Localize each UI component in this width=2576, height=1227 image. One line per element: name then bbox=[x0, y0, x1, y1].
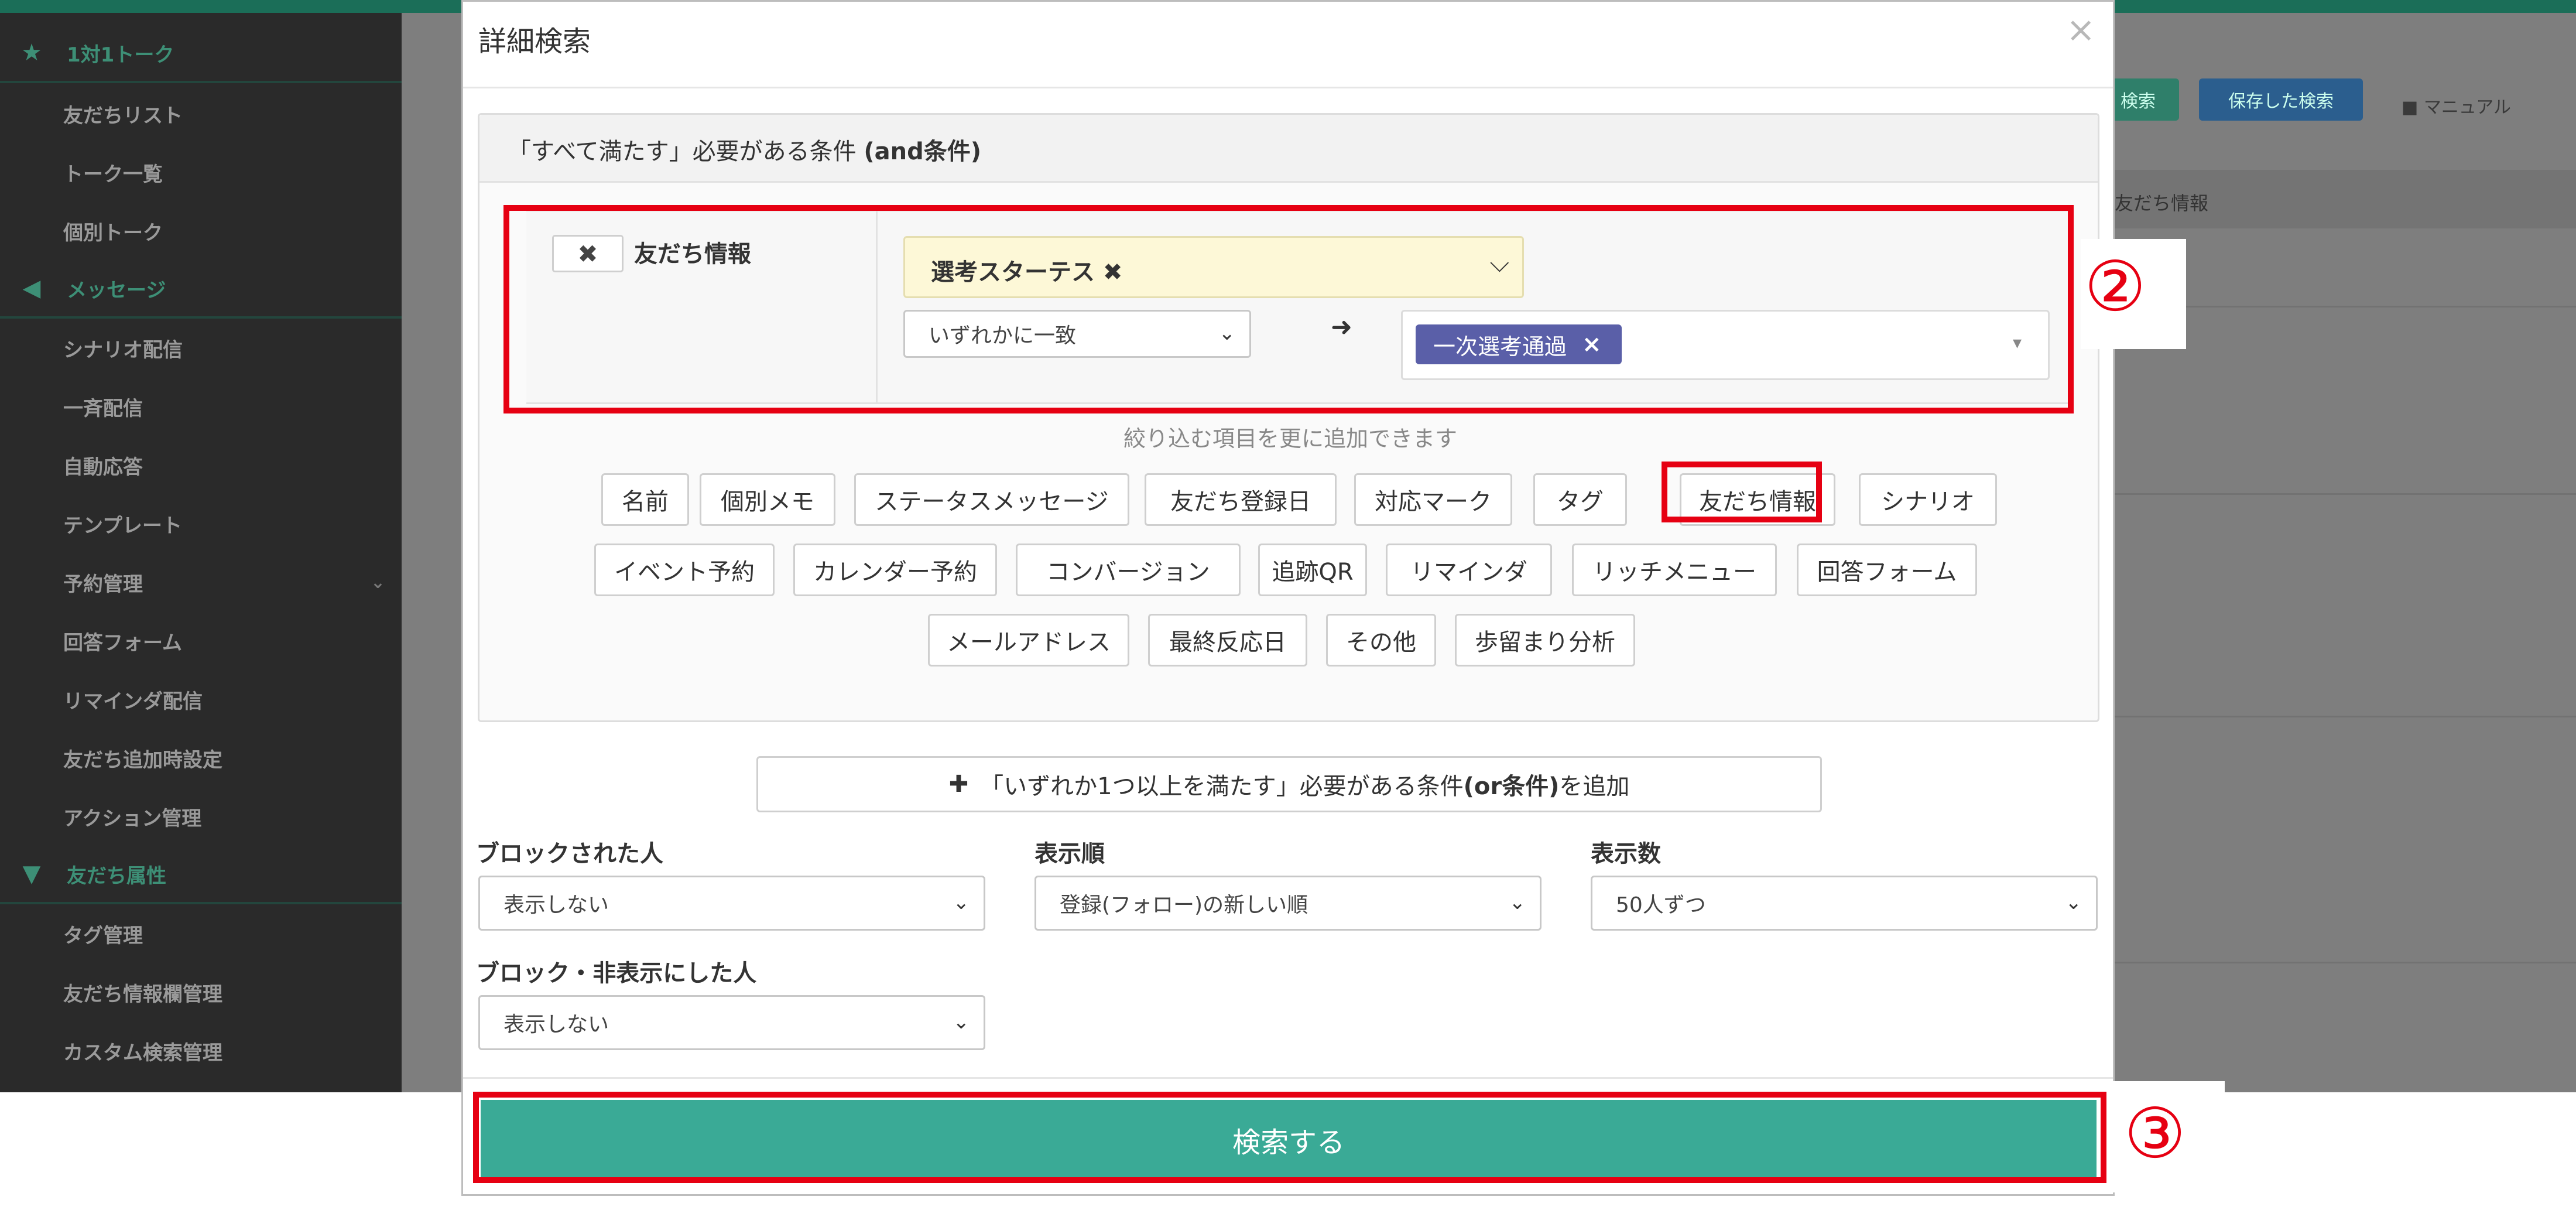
annotation-step-2: ② bbox=[2084, 246, 2146, 327]
filter-chip[interactable]: シナリオ bbox=[1859, 473, 1997, 526]
or-button-bold: (or条件) bbox=[1463, 773, 1560, 800]
filter-chip[interactable]: カレンダー予約 bbox=[793, 544, 997, 596]
filter-chip[interactable]: 友だち登録日 bbox=[1145, 473, 1337, 526]
sidebar-item-label: タグ管理 bbox=[63, 924, 143, 948]
annotation-highlight-chip bbox=[1662, 462, 1822, 522]
annotation-step-3: ③ bbox=[2124, 1093, 2186, 1174]
advanced-search-modal: 詳細検索 × 「すべて満たす」必要がある条件 (and条件) ✖ 友だち情報 選… bbox=[461, 0, 2115, 1196]
sidebar-item-label: リマインダ配信 bbox=[63, 689, 203, 713]
sidebar-item-label: 1対1トーク bbox=[67, 43, 174, 67]
sidebar-item-label: 友だち属性 bbox=[67, 864, 166, 888]
filter-chip[interactable]: リッチメニュー bbox=[1572, 544, 1777, 596]
sidebar-item-label: 友だちリスト bbox=[63, 104, 183, 128]
or-button-text: 「いずれか1つ以上を満たす」必要がある条件 bbox=[980, 773, 1464, 800]
sidebar-item[interactable]: 自動応答 bbox=[0, 436, 402, 494]
background-manual-link: ■ マニュアル bbox=[2402, 97, 2511, 118]
filter-chip[interactable]: タグ bbox=[1533, 473, 1627, 526]
sidebar-item-label: 自動応答 bbox=[63, 455, 143, 479]
filter-chip[interactable]: 個別メモ bbox=[700, 473, 835, 526]
plus-icon: ✚ bbox=[948, 771, 969, 798]
hidden-filter-label: ブロック・非表示にした人 bbox=[476, 960, 757, 987]
sort-order-value: 登録(フォロー)の新しい順 bbox=[1060, 893, 1308, 917]
sidebar-item-label: 一斉配信 bbox=[63, 397, 143, 421]
sidebar-item-label: シナリオ配信 bbox=[63, 338, 183, 362]
and-condition-panel: 「すべて満たす」必要がある条件 (and条件) ✖ 友だち情報 選考スターテス … bbox=[478, 113, 2099, 722]
sidebar-item[interactable]: トーク一覧 bbox=[0, 143, 402, 201]
hidden-filter-value: 表示しない bbox=[503, 1013, 609, 1037]
annotation-highlight-condition bbox=[503, 205, 2074, 413]
sidebar-item-label: 予約管理 bbox=[63, 572, 143, 596]
sidebar-item[interactable]: カスタム検索管理 bbox=[0, 1021, 402, 1080]
sidebar-item-label: テンプレート bbox=[63, 514, 182, 538]
filter-chip[interactable]: 対応マーク bbox=[1354, 473, 1512, 526]
star-icon: ★ bbox=[21, 39, 42, 66]
filter-chip[interactable]: ステータスメッセージ bbox=[854, 473, 1129, 526]
blocked-filter-value: 表示しない bbox=[503, 893, 609, 917]
sidebar-item[interactable]: テンプレート bbox=[0, 494, 402, 553]
annotation-highlight-search-button bbox=[473, 1092, 2106, 1183]
sidebar-item-label: 回答フォーム bbox=[63, 631, 182, 655]
chevron-down-icon: ⌄ bbox=[370, 572, 385, 593]
sort-order-select[interactable]: 登録(フォロー)の新しい順 ⌄ bbox=[1034, 876, 1542, 931]
sidebar-item[interactable]: 予約管理 ⌄ bbox=[0, 553, 402, 611]
sidebar-item-label: トーク一覧 bbox=[63, 162, 163, 186]
sidebar-item-label: カスタム検索管理 bbox=[63, 1041, 222, 1065]
sidebar-item[interactable]: 回答フォーム bbox=[0, 611, 402, 670]
background-divider bbox=[2115, 962, 2576, 963]
page-size-value: 50人ずつ bbox=[1616, 893, 1706, 917]
add-or-condition-button[interactable]: ✚ 「いずれか1つ以上を満たす」必要がある条件 (or条件) を追加 bbox=[756, 756, 1822, 812]
sidebar-item[interactable]: リマインダ配信 bbox=[0, 670, 402, 729]
filter-chip[interactable]: メールアドレス bbox=[928, 614, 1129, 667]
sort-order-label: 表示順 bbox=[1034, 840, 1105, 867]
filter-chip[interactable]: リマインダ bbox=[1386, 544, 1552, 596]
sidebar-item[interactable]: 友だち追加時設定 bbox=[0, 729, 402, 787]
page-size-label: 表示数 bbox=[1591, 840, 1661, 867]
or-button-suffix: を追加 bbox=[1559, 773, 1630, 800]
filter-chip[interactable]: 最終反応日 bbox=[1148, 614, 1307, 667]
modal-title: 詳細検索 bbox=[478, 25, 591, 58]
sidebar-item-label: アクション管理 bbox=[63, 806, 202, 830]
chevron-down-icon: ⌄ bbox=[1509, 891, 1526, 915]
sidebar-item[interactable]: シナリオ配信 bbox=[0, 319, 402, 377]
close-icon[interactable]: × bbox=[2066, 12, 2095, 47]
blocked-filter-label: ブロックされた人 bbox=[476, 840, 663, 867]
sidebar-item[interactable]: タグ管理 bbox=[0, 904, 402, 963]
filter-chip[interactable]: コンバージョン bbox=[1016, 544, 1241, 596]
background-saved-search-button: 保存した検索 bbox=[2199, 78, 2363, 121]
sidebar-item-label: 友だち追加時設定 bbox=[63, 748, 222, 772]
sidebar-item[interactable]: 一斉配信 bbox=[0, 377, 402, 436]
sidebar: ★ 1対1トーク 友だちリスト トーク一覧個別トーク ◀ メッセージシナリオ配信 一斉配信自… bbox=[0, 13, 402, 1092]
page-size-select[interactable]: 50人ずつ ⌄ bbox=[1591, 876, 2098, 931]
hidden-filter-select[interactable]: 表示しない ⌄ bbox=[478, 995, 985, 1050]
sidebar-item-label: 個別トーク bbox=[63, 221, 163, 245]
megaphone-icon: ◀ bbox=[22, 275, 41, 302]
filter-chip[interactable]: その他 bbox=[1326, 614, 1436, 667]
filter-chip[interactable]: 追跡QR bbox=[1258, 544, 1367, 596]
background-divider bbox=[2115, 716, 2576, 717]
filter-chip[interactable]: 歩留まり分析 bbox=[1455, 614, 1635, 667]
modal-header: 詳細検索 × bbox=[463, 2, 2113, 88]
modal-footer-divider bbox=[463, 1077, 2113, 1079]
background-divider bbox=[2115, 493, 2576, 495]
sidebar-item-label: 友だち情報欄管理 bbox=[63, 982, 222, 1006]
blocked-filter-select[interactable]: 表示しない ⌄ bbox=[478, 876, 985, 931]
sidebar-item[interactable]: 友だち情報欄管理 bbox=[0, 963, 402, 1021]
sidebar-item[interactable]: ▼ 友だち属性 bbox=[0, 846, 402, 904]
sidebar-item[interactable]: ★ 1対1トーク bbox=[0, 25, 402, 83]
filter-chip[interactable]: 名前 bbox=[601, 473, 689, 526]
sidebar-item-label: メッセージ bbox=[67, 278, 166, 302]
sidebar-item[interactable]: アクション管理 bbox=[0, 787, 402, 846]
background-column-label: 友だち情報 bbox=[2115, 192, 2209, 214]
sidebar-item[interactable]: 個別トーク bbox=[0, 201, 402, 260]
filter-chip[interactable]: 回答フォーム bbox=[1797, 544, 1977, 596]
sidebar-item[interactable]: ◀ メッセージ bbox=[0, 260, 402, 319]
filter-icon: ▼ bbox=[22, 860, 41, 887]
chevron-down-icon: ⌄ bbox=[2065, 891, 2082, 915]
chevron-down-icon: ⌄ bbox=[953, 891, 970, 915]
sidebar-item[interactable]: 友だちリスト bbox=[0, 84, 402, 143]
filter-chip[interactable]: イベント予約 bbox=[594, 544, 775, 596]
chevron-down-icon: ⌄ bbox=[953, 1010, 970, 1034]
